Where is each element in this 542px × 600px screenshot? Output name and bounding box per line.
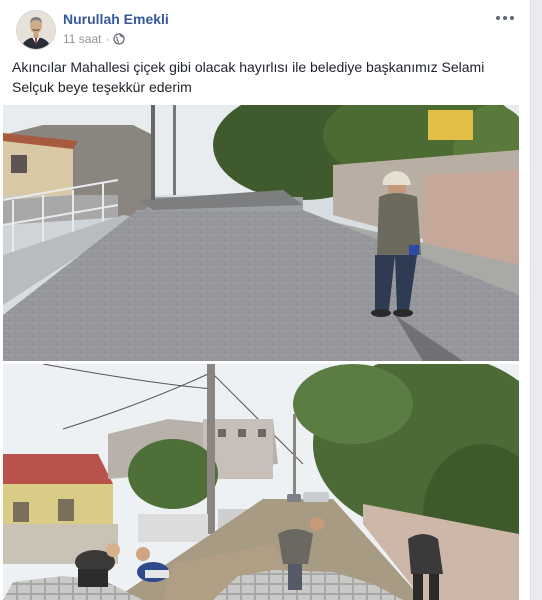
post-photo-2[interactable]: [3, 364, 519, 600]
meta-separator: ·: [105, 32, 110, 46]
post-timestamp[interactable]: 11 saat: [63, 32, 101, 46]
more-options-icon[interactable]: [494, 10, 516, 26]
post-header: Nurullah Emekli 11 saat ·: [12, 8, 518, 52]
globe-icon[interactable]: [113, 33, 126, 45]
post-photo-1[interactable]: [3, 105, 519, 361]
post-text: Akıncılar Mahallesi çiçek gibi olacak ha…: [12, 59, 485, 95]
post-meta: 11 saat ·: [63, 32, 126, 46]
author-avatar[interactable]: [16, 10, 56, 50]
author-name[interactable]: Nurullah Emekli: [63, 11, 169, 27]
post-card: Nurullah Emekli 11 saat · Akıncılar Maha…: [0, 0, 531, 600]
